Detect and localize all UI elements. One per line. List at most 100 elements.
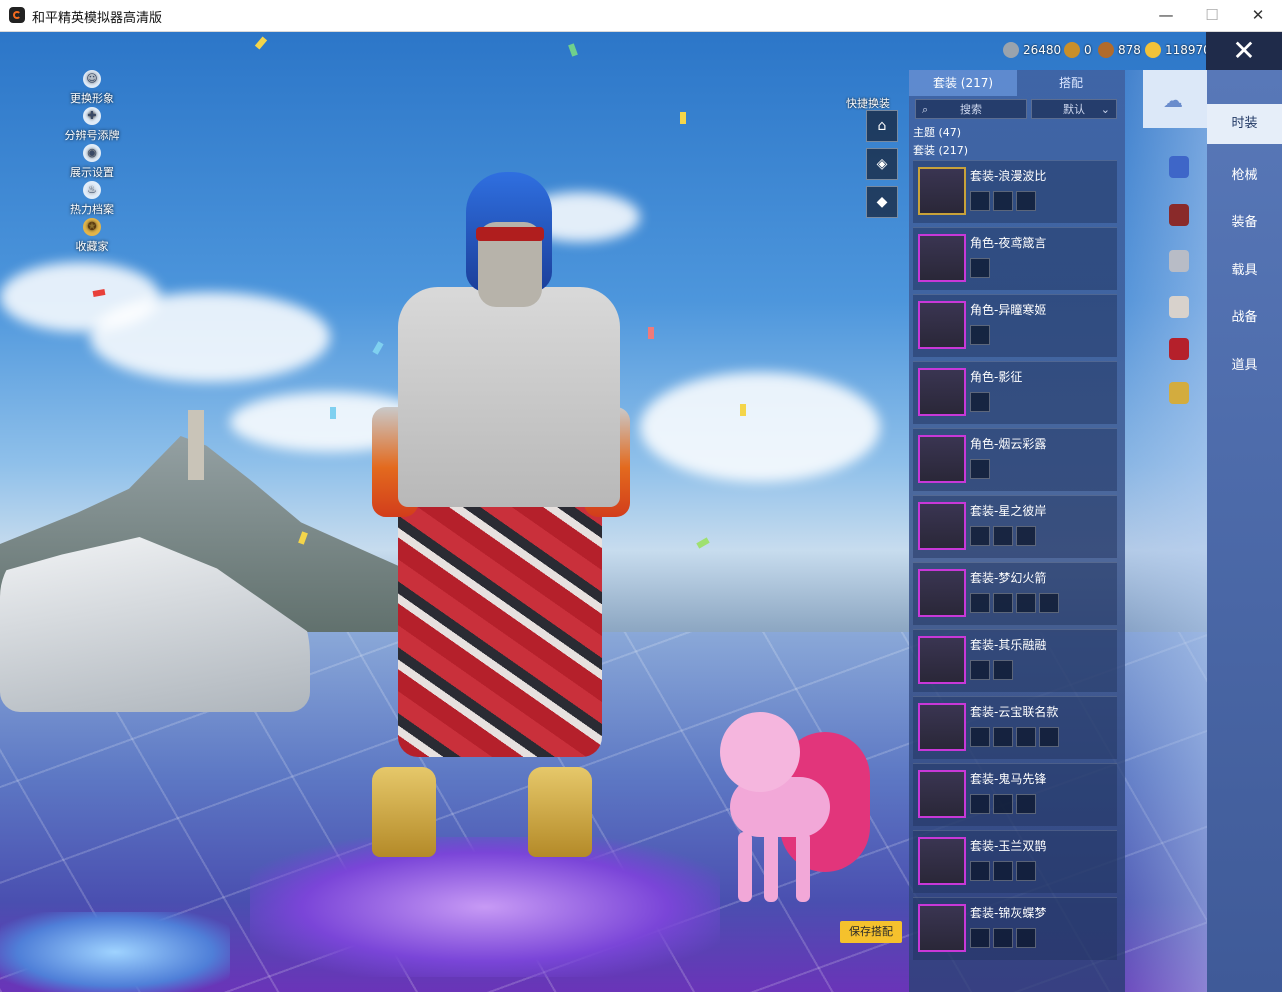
category-outfits[interactable]: 套装 (217)	[913, 142, 968, 158]
confetti	[648, 327, 654, 339]
hanger-icon[interactable]: ⌂	[866, 110, 898, 142]
side-menu-heat-profile[interactable]: ♨ 热力档案	[62, 181, 122, 217]
list-item[interactable]: 套装-其乐融融	[913, 629, 1117, 692]
list-item[interactable]: 角色-影征	[913, 361, 1117, 424]
coin-gold-icon	[1145, 42, 1161, 58]
floor-glow-tile	[250, 837, 720, 977]
sort-dropdown[interactable]: 默认 ⌄	[1031, 99, 1117, 119]
slot-fashion-active[interactable]: ☁	[1143, 70, 1207, 128]
item-label: 角色-异瞳寒姬	[970, 303, 1047, 317]
item-thumbnail	[918, 502, 966, 550]
side-menu-display-settings[interactable]: ◉ 展示设置	[62, 144, 122, 180]
side-menu-change-avatar[interactable]: ☺ 更换形象	[62, 70, 122, 106]
currency-gold: 118970	[1145, 41, 1211, 59]
item-parts	[970, 392, 990, 412]
maximize-button[interactable]: ☐	[1189, 0, 1235, 31]
badge-icon[interactable]: ◈	[866, 148, 898, 180]
category-theme[interactable]: 主题 (47)	[913, 124, 961, 140]
avatar-icon: ☺	[83, 70, 101, 88]
nav-battle-prep[interactable]: 战备	[1207, 298, 1282, 338]
diamond-icon[interactable]: ◆	[866, 186, 898, 218]
confetti	[680, 112, 686, 124]
list-item[interactable]: 套装-鬼马先锋	[913, 763, 1117, 826]
minimize-button[interactable]: —	[1143, 0, 1189, 31]
list-item[interactable]: 套装-玉兰双鹊	[913, 830, 1117, 893]
nav-equipment[interactable]: 装备	[1207, 203, 1282, 243]
confetti	[568, 43, 578, 57]
close-game-icon[interactable]: ✕	[1206, 32, 1282, 70]
item-thumbnail	[918, 770, 966, 818]
side-menu-collector[interactable]: ✪ 收藏家	[62, 218, 122, 254]
tab-combos[interactable]: 搭配	[1017, 70, 1125, 96]
outfit-panel: 套装 (217) 搭配 ⌕ 搜索 默认 ⌄ 主题 (47) 套装 (217) 套…	[909, 70, 1125, 992]
list-item[interactable]: 角色-烟云彩露	[913, 428, 1117, 491]
slot-accessory-icon[interactable]	[1169, 250, 1189, 272]
search-placeholder: 搜索	[960, 103, 982, 116]
item-thumbnail	[918, 904, 966, 952]
app-logo-icon	[9, 7, 25, 23]
coin-bronze-icon	[1098, 42, 1114, 58]
slot-jacket-icon[interactable]	[1169, 296, 1189, 318]
slot-pants-icon[interactable]	[1169, 338, 1189, 360]
list-item[interactable]: 套装-星之彼岸	[913, 495, 1117, 558]
search-input[interactable]: ⌕ 搜索	[915, 99, 1027, 119]
chevron-down-icon: ⌄	[1100, 103, 1110, 116]
currency-value: 26480	[1023, 43, 1062, 57]
close-window-button[interactable]: ✕	[1235, 0, 1281, 31]
slot-headwear-icon[interactable]	[1169, 156, 1189, 178]
character-shoe-right	[528, 767, 592, 857]
list-item[interactable]: 角色-异瞳寒姬	[913, 294, 1117, 357]
save-outfit-button[interactable]: 保存搭配	[840, 921, 902, 943]
confetti	[372, 341, 384, 355]
coin-ring-icon	[1064, 42, 1080, 58]
item-label: 套装-玉兰双鹊	[970, 839, 1047, 853]
coin-gray-icon	[1003, 42, 1019, 58]
item-thumbnail	[918, 368, 966, 416]
character-shoe-left	[372, 767, 436, 857]
item-parts	[970, 727, 1059, 747]
item-thumbnail	[918, 301, 966, 349]
item-parts	[970, 593, 1059, 613]
side-menu-label: 分辨号添牌	[64, 129, 120, 142]
item-label: 角色-烟云彩露	[970, 437, 1047, 451]
item-parts	[970, 325, 990, 345]
category-nav: 时装 枪械 装备 载具 战备 道具	[1207, 70, 1282, 992]
item-parts	[970, 191, 1036, 211]
sort-label: 默认	[1063, 103, 1085, 116]
side-menu-id-plate[interactable]: ✚ 分辨号添牌	[62, 107, 122, 143]
currency-gray: 26480	[1003, 41, 1061, 59]
slot-shoes-icon[interactable]	[1169, 382, 1189, 404]
item-label: 套装-梦幻火箭	[970, 571, 1047, 585]
pony-head	[720, 712, 800, 792]
currency-ring: 0	[1064, 41, 1092, 59]
list-item[interactable]: 套装-浪漫波比	[913, 160, 1117, 223]
window-title: 和平精英模拟器高清版	[32, 11, 163, 26]
currency-value: 118970	[1165, 43, 1211, 57]
slot-mask-icon[interactable]	[1169, 204, 1189, 226]
nav-vehicles[interactable]: 载具	[1207, 251, 1282, 291]
item-label: 角色-影征	[970, 370, 1023, 384]
confetti	[740, 404, 746, 416]
list-item[interactable]: 套装-梦幻火箭	[913, 562, 1117, 625]
currency-bronze: 878	[1098, 41, 1141, 59]
list-item[interactable]: 角色-夜鸢箴言	[913, 227, 1117, 290]
currency-value: 0	[1084, 43, 1092, 57]
nav-items[interactable]: 道具	[1207, 346, 1282, 386]
item-parts	[970, 526, 1036, 546]
currency-value: 878	[1118, 43, 1141, 57]
search-icon: ⌕	[922, 103, 929, 116]
nav-fashion[interactable]: 时装	[1207, 104, 1282, 144]
item-parts	[970, 794, 1036, 814]
nav-weapons[interactable]: 枪械	[1207, 156, 1282, 196]
eye-icon: ◉	[83, 144, 101, 162]
list-item[interactable]: 套装-锦灰蝶梦	[913, 897, 1117, 960]
item-label: 套装-云宝联名款	[970, 705, 1059, 719]
character-jacket	[398, 287, 620, 507]
item-thumbnail	[918, 636, 966, 684]
side-menu-label: 展示设置	[70, 166, 114, 179]
tab-outfits[interactable]: 套装 (217)	[909, 70, 1017, 96]
pony-leg	[738, 832, 752, 902]
list-item[interactable]: 套装-云宝联名款	[913, 696, 1117, 759]
confetti	[330, 407, 336, 419]
item-parts	[970, 258, 990, 278]
